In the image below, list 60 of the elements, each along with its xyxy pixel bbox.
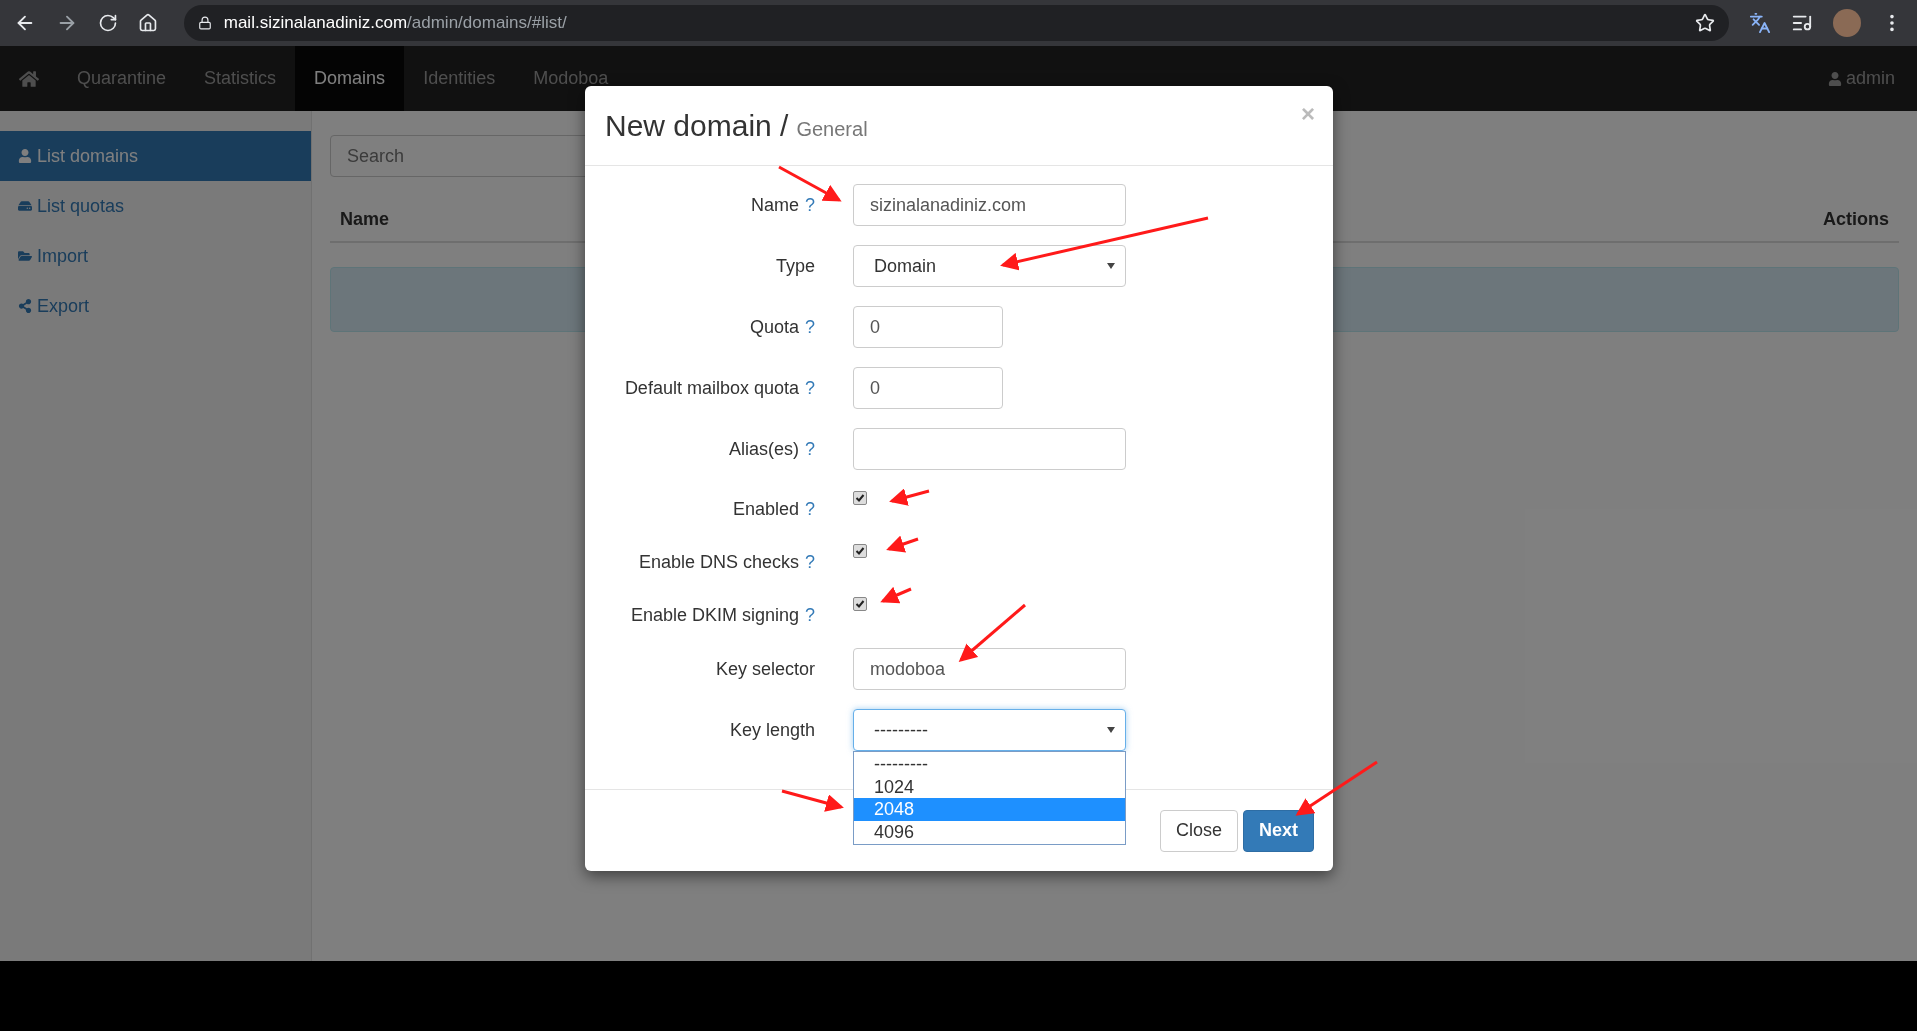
checkbox[interactable] — [853, 491, 867, 505]
sidebar-item[interactable]: List quotas — [0, 181, 311, 231]
field-label: Type — [775, 254, 815, 278]
annotation-arrow — [880, 586, 912, 604]
help-link[interactable]: ? — [805, 496, 815, 523]
dropdown-option[interactable]: 4096 — [854, 820, 1125, 843]
field-label: Name — [750, 193, 799, 217]
dropdown-option[interactable]: --------- — [854, 753, 1125, 776]
drive-icon — [18, 199, 32, 213]
help-link[interactable]: ? — [805, 549, 815, 576]
checkbox[interactable] — [853, 544, 867, 558]
user-icon — [18, 149, 32, 163]
text-field[interactable]: modoboa — [853, 648, 1126, 690]
field-label: Quota — [749, 315, 799, 339]
avatar[interactable] — [1833, 9, 1862, 37]
annotation-arrow — [781, 789, 844, 812]
caret-icon — [1107, 727, 1115, 733]
text-field[interactable]: 0 — [853, 367, 1003, 409]
column-header: Actions — [1823, 207, 1889, 231]
sidebar-item[interactable]: Import — [0, 231, 311, 281]
field-label: Enable DKIM signing — [630, 604, 799, 627]
star-icon[interactable] — [1695, 13, 1716, 33]
field-label: Alias(es) — [728, 437, 799, 461]
text-field[interactable]: sizinalanadiniz.com — [853, 184, 1126, 226]
field-label: Enabled — [732, 498, 799, 521]
home-icon[interactable] — [137, 13, 158, 33]
help-link[interactable]: ? — [805, 435, 815, 463]
field-label: Default mailbox quota — [624, 376, 799, 400]
text-field[interactable] — [853, 428, 1126, 470]
folder-icon — [18, 249, 32, 263]
translate-icon[interactable] — [1749, 12, 1772, 34]
column-header: Name — [340, 207, 390, 231]
help-link[interactable]: ? — [805, 191, 815, 219]
annotation-arrow — [886, 535, 919, 553]
share-icon — [18, 299, 32, 313]
help-link[interactable]: ? — [805, 374, 815, 402]
select-field[interactable]: --------- — [853, 709, 1126, 751]
help-link[interactable]: ? — [805, 602, 815, 629]
annotation-arrow — [889, 488, 930, 506]
field-label: Enable DNS checks — [638, 551, 799, 574]
caret-icon — [1107, 263, 1115, 269]
select-field[interactable]: Domain — [853, 245, 1126, 287]
url-text: mail.sizinalanadiniz.com/admin/domains/#list/ — [223, 12, 567, 35]
sidebar-item[interactable]: List domains — [0, 131, 311, 181]
field-label: Key length — [729, 718, 815, 742]
help-link[interactable]: ? — [805, 313, 815, 341]
close-button[interactable]: Close — [1159, 809, 1238, 852]
field-label: Key selector — [715, 657, 815, 681]
dropdown-option[interactable]: 2048 — [854, 798, 1125, 821]
text-field[interactable]: 0 — [853, 306, 1003, 348]
nav-tab[interactable]: Domains — [295, 46, 405, 111]
annotation-arrow — [958, 603, 1026, 662]
lock-icon — [197, 16, 212, 30]
address-bar[interactable]: mail.sizinalanadiniz.com/admin/domains/#list/ — [183, 5, 1730, 41]
sidebar-item[interactable]: Export — [0, 281, 311, 331]
reload-icon[interactable] — [97, 13, 118, 33]
checkbox[interactable] — [853, 597, 867, 611]
dropdown-option[interactable]: 1024 — [854, 775, 1125, 798]
next-button[interactable]: Next — [1243, 809, 1314, 852]
user-icon — [1827, 71, 1842, 86]
